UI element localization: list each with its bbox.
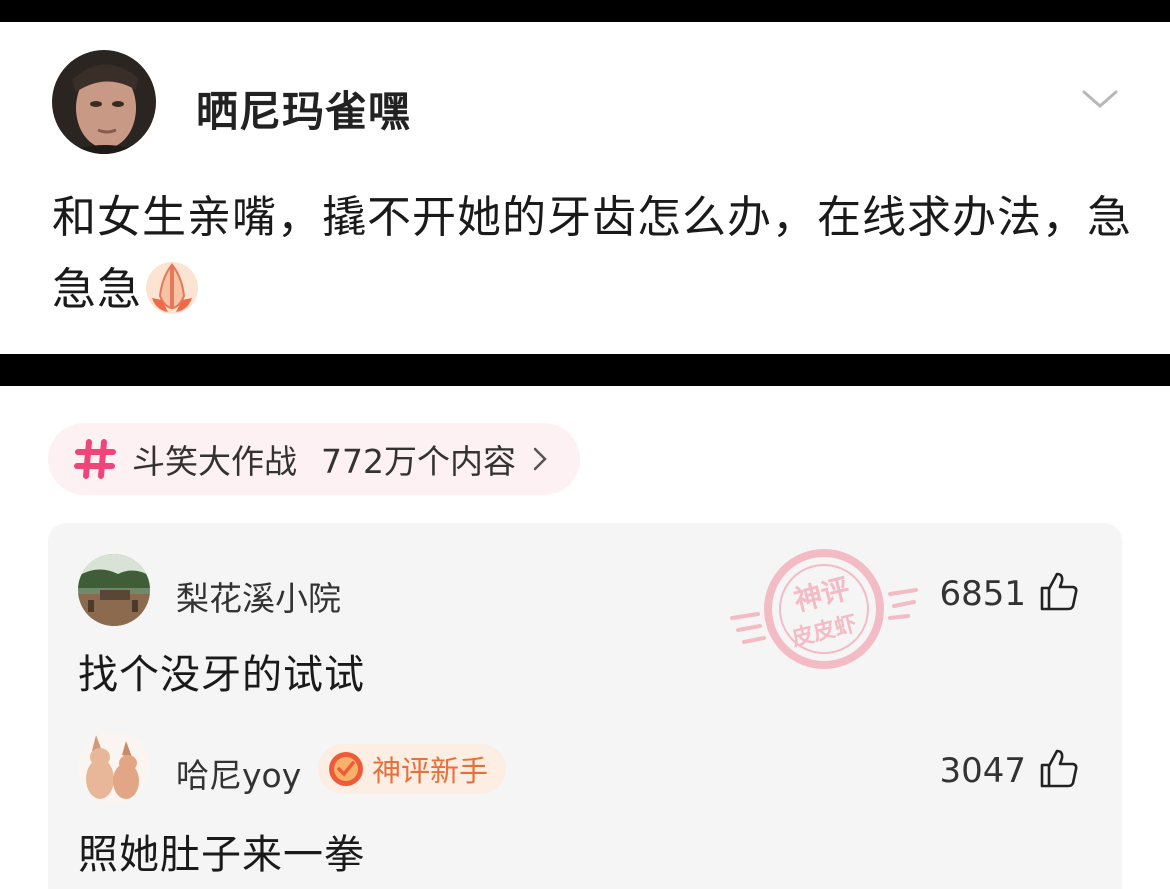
comment-username[interactable]: 哈尼yoy (176, 749, 301, 797)
author-avatar[interactable] (52, 50, 156, 154)
comment-text: 找个没牙的试试 (78, 652, 365, 698)
post-body: 和女生亲嘴，撬不开她的牙齿怎么办，在线求办法，急急急 (52, 182, 1132, 326)
medal-icon (329, 752, 363, 786)
comment-avatar[interactable] (78, 731, 150, 803)
stamp-line1: 神评 (791, 572, 853, 618)
author-username[interactable]: 晒尼玛雀嘿 (196, 78, 411, 139)
middle-black-bar (0, 354, 1170, 386)
comment-username[interactable]: 梨花溪小院 (176, 572, 341, 620)
comment-avatar[interactable] (78, 554, 150, 626)
hashtag-icon (74, 439, 116, 479)
top-black-bar (0, 0, 1170, 22)
comment-text: 照她肚子来一拳 (78, 832, 365, 878)
topic-count: 772万个内容 (321, 442, 516, 481)
god-comment-stamp: 神评 皮皮虾 (730, 549, 918, 669)
thumbs-up-icon[interactable] (1038, 747, 1080, 789)
topic-name: 斗笑大作战 (132, 442, 297, 481)
post-card: 晒尼玛雀嘿 和女生亲嘴，撬不开她的牙齿怎么办，在线求办法，急急急 (0, 22, 1170, 354)
topic-chip[interactable]: 斗笑大作战 772万个内容 (48, 423, 580, 495)
chevron-right-icon (533, 447, 547, 471)
praying-hands-emoji-icon (146, 262, 198, 314)
post-text: 和女生亲嘴，撬不开她的牙齿怎么办，在线求办法，急急急 (52, 192, 1132, 315)
chevron-down-icon[interactable] (1080, 86, 1120, 112)
user-rank-badge: 神评新手 (318, 744, 507, 794)
badge-label: 神评新手 (372, 754, 489, 788)
like-count: 3047 (939, 751, 1026, 791)
thumbs-up-icon[interactable] (1038, 570, 1080, 612)
like-count: 6851 (939, 574, 1026, 614)
